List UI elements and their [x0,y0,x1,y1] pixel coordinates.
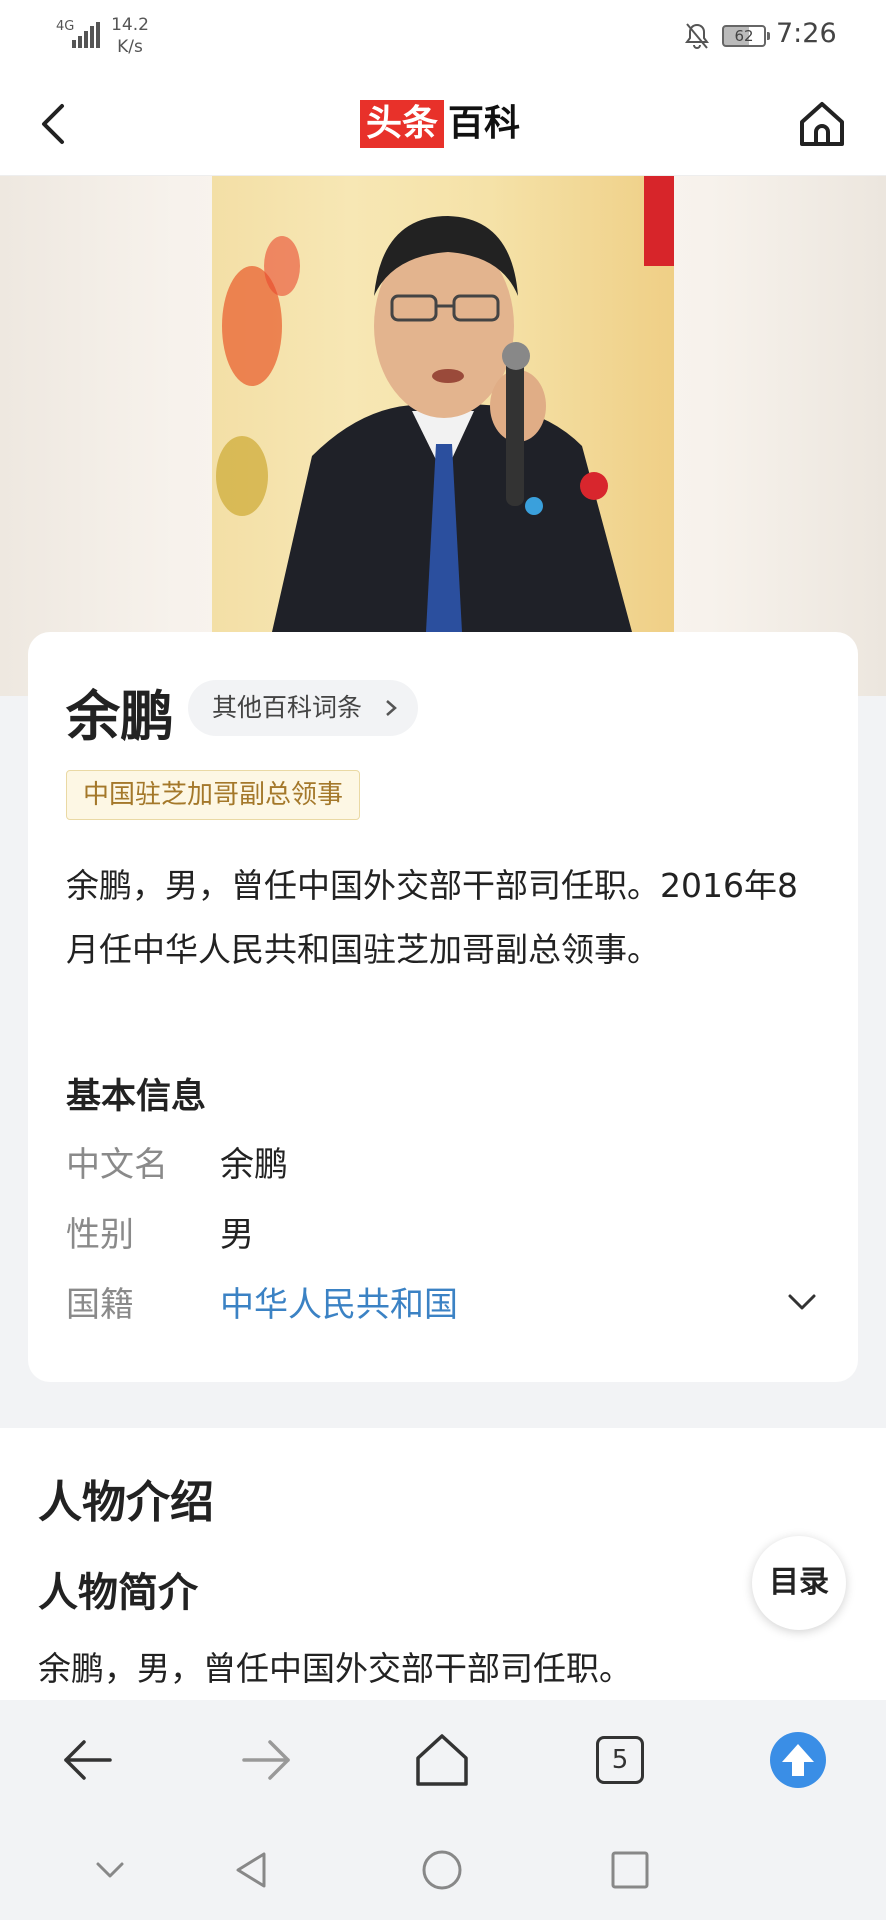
nationality-link[interactable]: 中华人民共和国 [220,1280,458,1330]
info-key: 性别 [66,1215,134,1255]
collapse-chevron-icon[interactable] [88,1848,132,1892]
browser-home-button[interactable] [412,1730,472,1790]
basic-info-heading: 基本信息 [66,1077,207,1117]
nav-home-circle-icon[interactable] [420,1848,464,1892]
subsection-heading: 人物简介 [38,1570,198,1616]
info-value: 男 [220,1215,254,1255]
app-header: 头条 百科 [0,72,886,176]
arrow-up-icon [782,1744,814,1776]
bell-muted-icon [685,23,709,49]
entry-summary: 余鹏，男，曾任中国外交部干部司任职。2016年8月任中华人民共和国驻芝加哥副总领… [66,866,798,969]
expand-info-button[interactable] [780,1282,824,1322]
portrait-photo[interactable] [212,176,674,632]
info-key: 国籍 [66,1285,134,1325]
clock: 7:26 [776,18,837,49]
battery-indicator: 62 [722,25,770,47]
browser-back-button[interactable] [58,1730,118,1790]
article-section: 人物介绍 人物简介 余鹏，男，曾任中国外交部干部司任职。 [0,1428,886,1700]
chevron-right-icon [386,700,397,716]
section-heading: 人物介绍 [38,1477,214,1528]
browser-toolbar: 5 [0,1700,886,1820]
toutiao-baike-logo: 头条 百科 [360,100,520,148]
browser-forward-button[interactable] [236,1730,296,1790]
signal-icon [72,22,102,48]
tabs-count-button[interactable]: 5 [596,1736,644,1784]
entry-title: 余鹏 [66,685,174,748]
network-speed: 14.2 K/s [111,15,149,57]
nav-back-triangle-icon[interactable] [230,1848,274,1892]
entry-info-card: 余鹏 其他百科词条 中国驻芝加哥副总领事 余鹏，男，曾任中国外交部干部司任职。2… [28,632,858,1382]
scroll-top-button[interactable] [770,1732,826,1788]
other-entries-button[interactable]: 其他百科词条 [188,680,419,736]
back-button[interactable] [28,96,84,152]
info-key: 中文名 [66,1145,168,1185]
position-tag: 中国驻芝加哥副总领事 [66,770,361,820]
other-entries-label: 其他百科词条 [212,693,363,722]
system-navigation-bar [0,1820,886,1920]
table-of-contents-button[interactable]: 目录 [752,1536,846,1630]
info-value: 余鹏 [220,1145,288,1185]
article-paragraph: 余鹏，男，曾任中国外交部干部司任职。 [38,1649,632,1688]
home-button[interactable] [794,96,850,152]
status-bar: 4G 14.2 K/s 62 7:26 [0,0,886,72]
hero-banner [0,176,886,696]
nav-recents-square-icon[interactable] [608,1848,652,1892]
